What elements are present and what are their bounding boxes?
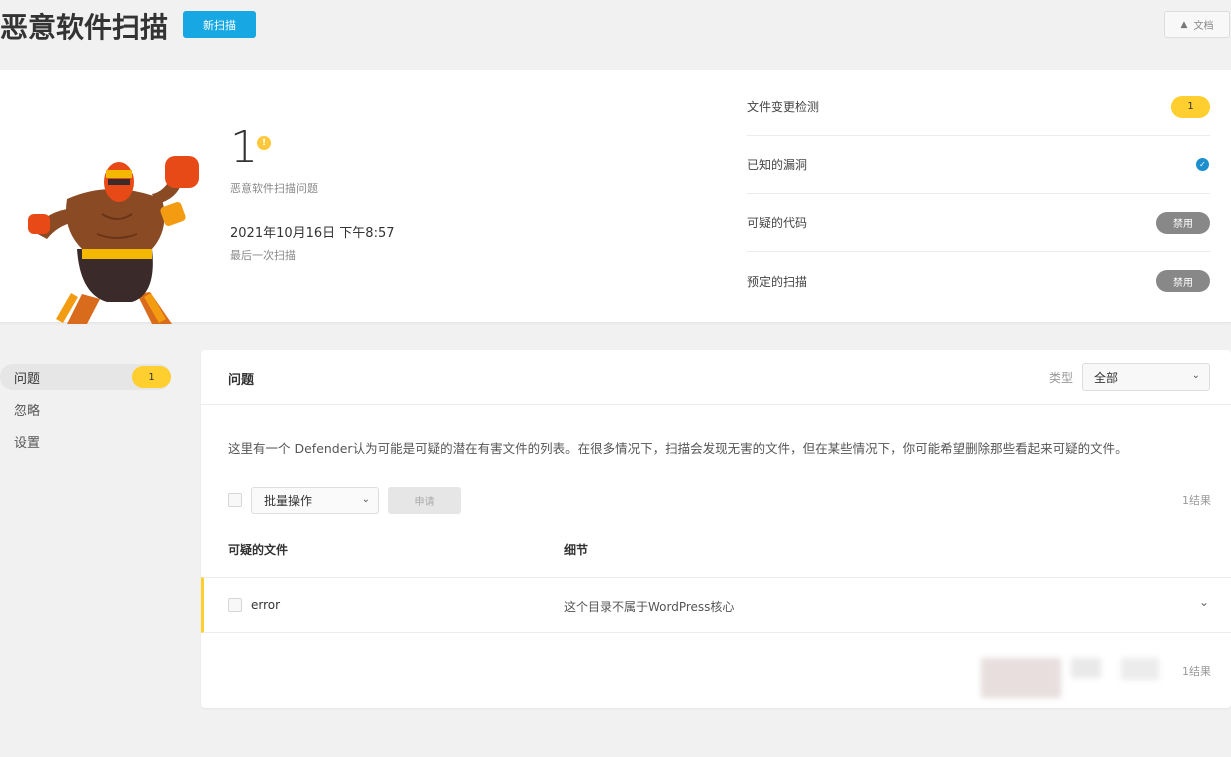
sidebar-item-label: 问题 bbox=[14, 371, 41, 387]
apply-button[interactable]: 申请 bbox=[388, 487, 461, 514]
panel-header: 问题 类型 全部 ⌄ bbox=[201, 350, 1231, 405]
check-icon: ✓ bbox=[1196, 158, 1209, 171]
footer-result-count: 1结果 bbox=[1182, 665, 1211, 678]
issue-label: 恶意软件扫描问题 bbox=[230, 182, 318, 195]
chevron-down-icon[interactable]: ⌄ bbox=[1199, 595, 1209, 609]
bulk-action-value: 批量操作 bbox=[264, 494, 313, 508]
stat-label: 已知的漏洞 bbox=[747, 158, 808, 172]
type-filter-select[interactable]: 全部 ⌄ bbox=[1082, 363, 1210, 391]
bulk-action-row: 批量操作 ⌄ 申请 1结果 bbox=[228, 487, 1211, 514]
column-header-detail: 细节 bbox=[564, 543, 589, 557]
info-icon[interactable]: ! bbox=[257, 136, 271, 150]
blurred-region bbox=[1071, 658, 1101, 678]
sidebar-item-label: 设置 bbox=[14, 435, 41, 451]
blurred-region bbox=[1121, 658, 1159, 680]
bulk-action-select[interactable]: 批量操作 ⌄ bbox=[251, 487, 379, 514]
panel-title: 问题 bbox=[228, 373, 255, 388]
new-scan-button[interactable]: 新扫描 bbox=[183, 11, 256, 38]
docs-label: 文档 bbox=[1193, 21, 1214, 32]
issue-count: 1 bbox=[230, 122, 258, 173]
stat-label: 预定的扫描 bbox=[747, 274, 808, 289]
sidebar-item-ignored[interactable]: 忽略 bbox=[0, 396, 180, 422]
disabled-badge[interactable]: 禁用 bbox=[1156, 270, 1210, 292]
stat-list: 文件变更检测 1 已知的漏洞 ✓ 可疑的代码 禁用 预定的扫描 禁用 bbox=[747, 78, 1210, 310]
type-filter-value: 全部 bbox=[1094, 370, 1119, 385]
issues-count-badge: 1 bbox=[132, 366, 171, 388]
page-title: 恶意软件扫描 bbox=[0, 11, 169, 44]
stat-row-scheduled-scan: 预定的扫描 禁用 bbox=[747, 252, 1210, 310]
docs-button[interactable]: ▲ 文档 bbox=[1164, 11, 1230, 38]
sidebar-item-settings[interactable]: 设置 bbox=[0, 428, 180, 454]
blurred-region bbox=[981, 658, 1061, 698]
table-row[interactable]: error 这个目录不属于WordPress核心 ⌄ bbox=[201, 577, 1231, 633]
issues-description: 这里有一个 Defender认为可能是可疑的潜在有害文件的列表。在很多情况下，扫… bbox=[228, 441, 1128, 456]
select-all-checkbox[interactable] bbox=[228, 493, 242, 507]
stat-row-file-change: 文件变更检测 1 bbox=[747, 78, 1210, 136]
disabled-badge[interactable]: 禁用 bbox=[1156, 211, 1210, 234]
last-scan-date: 2021年10月16日 下午8:57 bbox=[230, 226, 395, 241]
count-badge: 1 bbox=[1171, 95, 1210, 118]
row-checkbox[interactable] bbox=[228, 598, 242, 612]
summary-card: 1 ! 恶意软件扫描问题 2021年10月16日 下午8:57 最后一次扫描 文… bbox=[0, 70, 1231, 324]
stat-row-known-vulns: 已知的漏洞 ✓ bbox=[747, 136, 1210, 194]
row-file-name: error bbox=[251, 598, 281, 612]
stat-label: 文件变更检测 bbox=[747, 100, 820, 114]
stat-label: 可疑的代码 bbox=[747, 216, 808, 230]
type-filter-label: 类型 bbox=[1049, 371, 1074, 385]
chevron-down-icon: ⌄ bbox=[1191, 370, 1200, 381]
stat-row-suspicious-code: 可疑的代码 禁用 bbox=[747, 194, 1210, 252]
column-header-file: 可疑的文件 bbox=[228, 543, 289, 557]
sidebar-item-label: 忽略 bbox=[14, 403, 41, 419]
issues-panel: 问题 类型 全部 ⌄ 这里有一个 Defender认为可能是可疑的潜在有害文件的… bbox=[201, 350, 1231, 708]
hero-mascot-illustration bbox=[28, 156, 199, 324]
graduation-cap-icon: ▲ bbox=[1180, 19, 1188, 30]
footer-pagination-blurred bbox=[981, 646, 1161, 698]
side-nav: 问题 1 忽略 设置 bbox=[0, 364, 180, 460]
chevron-down-icon: ⌄ bbox=[361, 494, 370, 505]
sidebar-item-issues[interactable]: 问题 1 bbox=[0, 364, 171, 390]
row-detail: 这个目录不属于WordPress核心 bbox=[564, 600, 735, 614]
result-count: 1结果 bbox=[1182, 494, 1211, 507]
last-scan-label: 最后一次扫描 bbox=[230, 249, 296, 262]
